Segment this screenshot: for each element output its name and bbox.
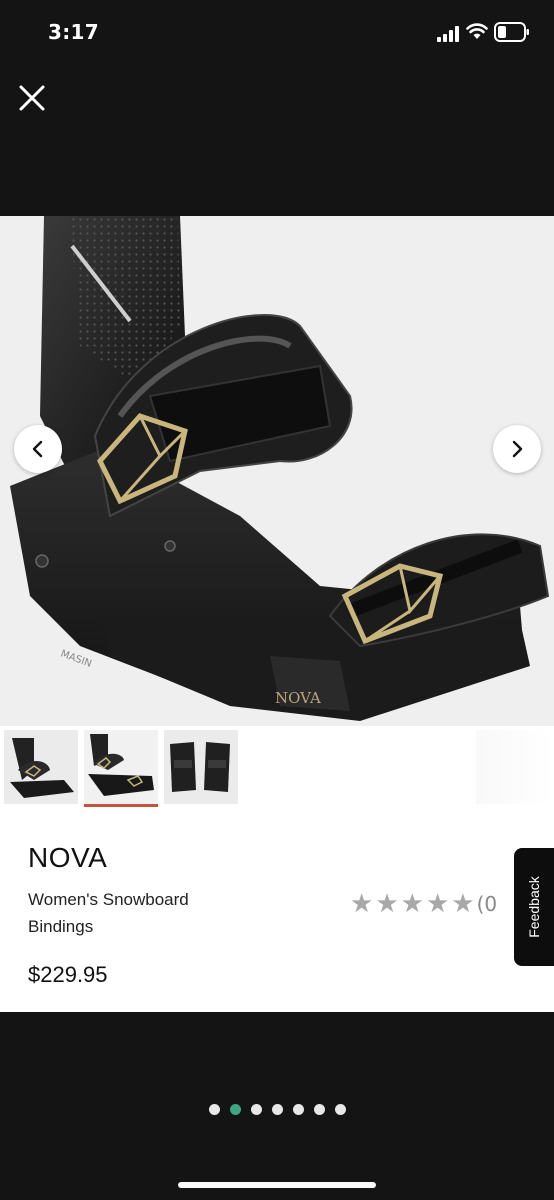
binding-thumbnail-image — [88, 734, 154, 796]
star-icon: ★ — [350, 890, 374, 919]
page-dot[interactable] — [250, 1104, 262, 1115]
thumbnail-strip — [0, 726, 554, 812]
chevron-left-icon — [32, 440, 43, 458]
brand-text: MASIN — [59, 648, 93, 669]
thumbnail-front-view[interactable] — [4, 730, 78, 804]
page-dot[interactable] — [313, 1104, 325, 1115]
star-icon: ★ — [451, 890, 475, 919]
product-price: $229.95 — [28, 962, 108, 987]
star-icon: ★ — [425, 890, 450, 919]
previous-image-button[interactable] — [14, 425, 62, 473]
next-image-button[interactable] — [493, 425, 541, 473]
binding-thumbnail-image — [10, 738, 74, 798]
page-indicator — [0, 1100, 554, 1116]
page-dot[interactable] — [334, 1104, 346, 1115]
feedback-tab[interactable]: Feedback — [514, 848, 554, 966]
page-dot[interactable] — [271, 1104, 283, 1115]
product-info-panel: NOVA Women's Snowboard Bindings $229.95 … — [0, 812, 554, 1012]
product-subtitle: Women's Snowboard Bindings — [28, 890, 189, 936]
battery-icon — [494, 22, 529, 42]
status-time: 3:17 — [48, 20, 99, 44]
chevron-right-icon — [512, 440, 523, 458]
status-bar: 3:17 — [0, 0, 554, 66]
logo-text: NOVA — [275, 689, 321, 707]
cellular-signal-icon — [437, 26, 459, 42]
binding-thumbnail-image — [170, 742, 230, 792]
page-dot[interactable] — [208, 1104, 220, 1115]
thumbnail-side-view[interactable] — [84, 730, 158, 804]
rating-count: (0 — [476, 892, 498, 916]
page-dot[interactable] — [292, 1104, 304, 1115]
close-icon — [19, 85, 45, 111]
product-image: NOVA MASIN — [0, 216, 554, 726]
selected-thumbnail-indicator — [84, 804, 158, 807]
home-indicator[interactable] — [178, 1182, 376, 1188]
rating-stars[interactable]: ★★★★★ (0 — [350, 890, 513, 920]
snowboard-binding-illustration: NOVA MASIN — [10, 216, 550, 721]
thumbnail-fade — [476, 730, 554, 804]
page-dot-active[interactable] — [229, 1104, 241, 1115]
close-button[interactable] — [14, 80, 50, 116]
star-icon: ★ — [375, 890, 399, 919]
wifi-icon — [466, 23, 488, 39]
product-name: NOVA — [28, 842, 108, 873]
thumbnail-back-view[interactable] — [164, 730, 238, 804]
feedback-label: Feedback — [526, 876, 542, 938]
star-icon: ★ — [400, 890, 424, 919]
